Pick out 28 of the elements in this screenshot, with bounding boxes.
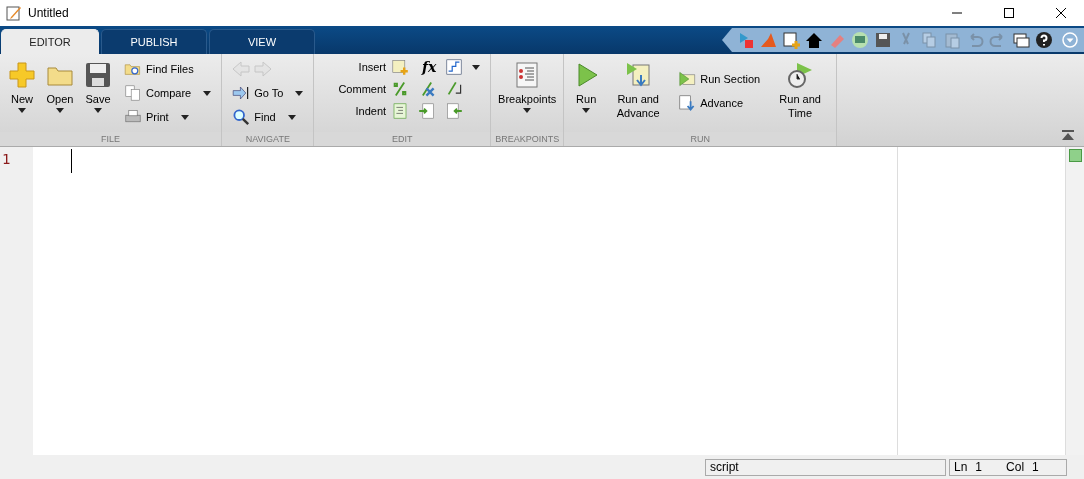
ribbon-tab[interactable]: EDITOR bbox=[1, 29, 99, 54]
ribbon-button[interactable]: Print bbox=[120, 106, 216, 128]
ribbon-tab[interactable]: PUBLISH bbox=[101, 29, 207, 54]
ribbon-button[interactable]: Compare bbox=[120, 82, 216, 104]
ln-label: Ln bbox=[954, 460, 968, 474]
row-label: Comment bbox=[338, 83, 387, 95]
row-label: Insert bbox=[357, 61, 387, 73]
ribbon-button[interactable]: Run Section bbox=[674, 68, 765, 90]
ribbon-button[interactable]: Breakpoints bbox=[495, 58, 560, 115]
ribbon-button[interactable]: Run bbox=[568, 58, 605, 115]
ribbon-button[interactable]: Open bbox=[42, 58, 78, 115]
window-title: Untitled bbox=[28, 6, 70, 20]
ribbon-button[interactable]: Find bbox=[228, 106, 308, 128]
ribbon-button[interactable]: Save bbox=[80, 58, 116, 115]
ln-value: 1 bbox=[975, 460, 983, 474]
col-value: 1 bbox=[1032, 460, 1039, 474]
function-button[interactable]: fx bbox=[418, 59, 441, 75]
ribbon-button[interactable]: Go To bbox=[228, 82, 308, 104]
line-number: 1 bbox=[1, 151, 12, 167]
row-label: Indent bbox=[354, 105, 387, 117]
status-mode: script bbox=[705, 458, 946, 476]
ribbon-button[interactable]: New bbox=[4, 58, 40, 115]
col-label: Col bbox=[1006, 460, 1025, 474]
ribbon-tab[interactable]: VIEW bbox=[209, 29, 315, 54]
ribbon-button[interactable]: Run and Time bbox=[768, 58, 833, 122]
ribbon-button[interactable]: Run and Advance bbox=[606, 58, 671, 122]
ribbon-button[interactable]: Find Files bbox=[120, 58, 216, 80]
ribbon-button[interactable]: Advance bbox=[674, 92, 765, 114]
